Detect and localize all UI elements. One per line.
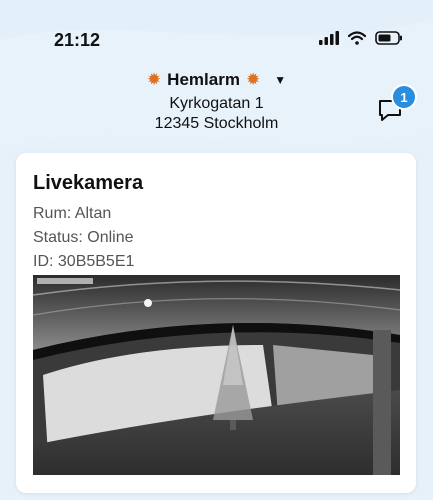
address-line1: Kyrkogatan 1 <box>169 95 264 112</box>
room-label: Rum: Altan <box>33 205 112 222</box>
notification-badge: 1 <box>393 86 415 108</box>
brand-name: Hemlarm <box>167 70 240 89</box>
messages-button[interactable]: 1 <box>377 86 415 124</box>
chevron-down-icon: ▼ <box>274 73 287 87</box>
status-label: Status: Online <box>33 229 134 246</box>
sparkle-icon-right: ✹ <box>245 70 261 89</box>
location-selector[interactable]: ✹ Hemlarm ✹ ▼ <box>0 66 433 94</box>
id-label: ID: 30B5B5E1 <box>33 253 135 270</box>
camera-feed[interactable] <box>33 275 400 475</box>
card-title: Livekamera <box>33 172 144 194</box>
live-camera-card[interactable]: Livekamera Rum: Altan Status: Online ID:… <box>16 153 416 493</box>
status-bar: 21:12 <box>0 0 433 60</box>
header: ✹ Hemlarm ✹ ▼ Kyrkogatan 1 12345 Stockho… <box>0 66 433 134</box>
wifi-icon <box>348 31 366 45</box>
sparkle-icon-left: ✹ <box>146 70 162 89</box>
status-icons <box>319 31 403 45</box>
address-line2: 12345 Stockholm <box>154 115 279 132</box>
camera-image <box>33 275 400 475</box>
status-time: 21:12 <box>54 30 101 50</box>
battery-icon <box>375 31 402 45</box>
signal-icon <box>319 31 339 45</box>
